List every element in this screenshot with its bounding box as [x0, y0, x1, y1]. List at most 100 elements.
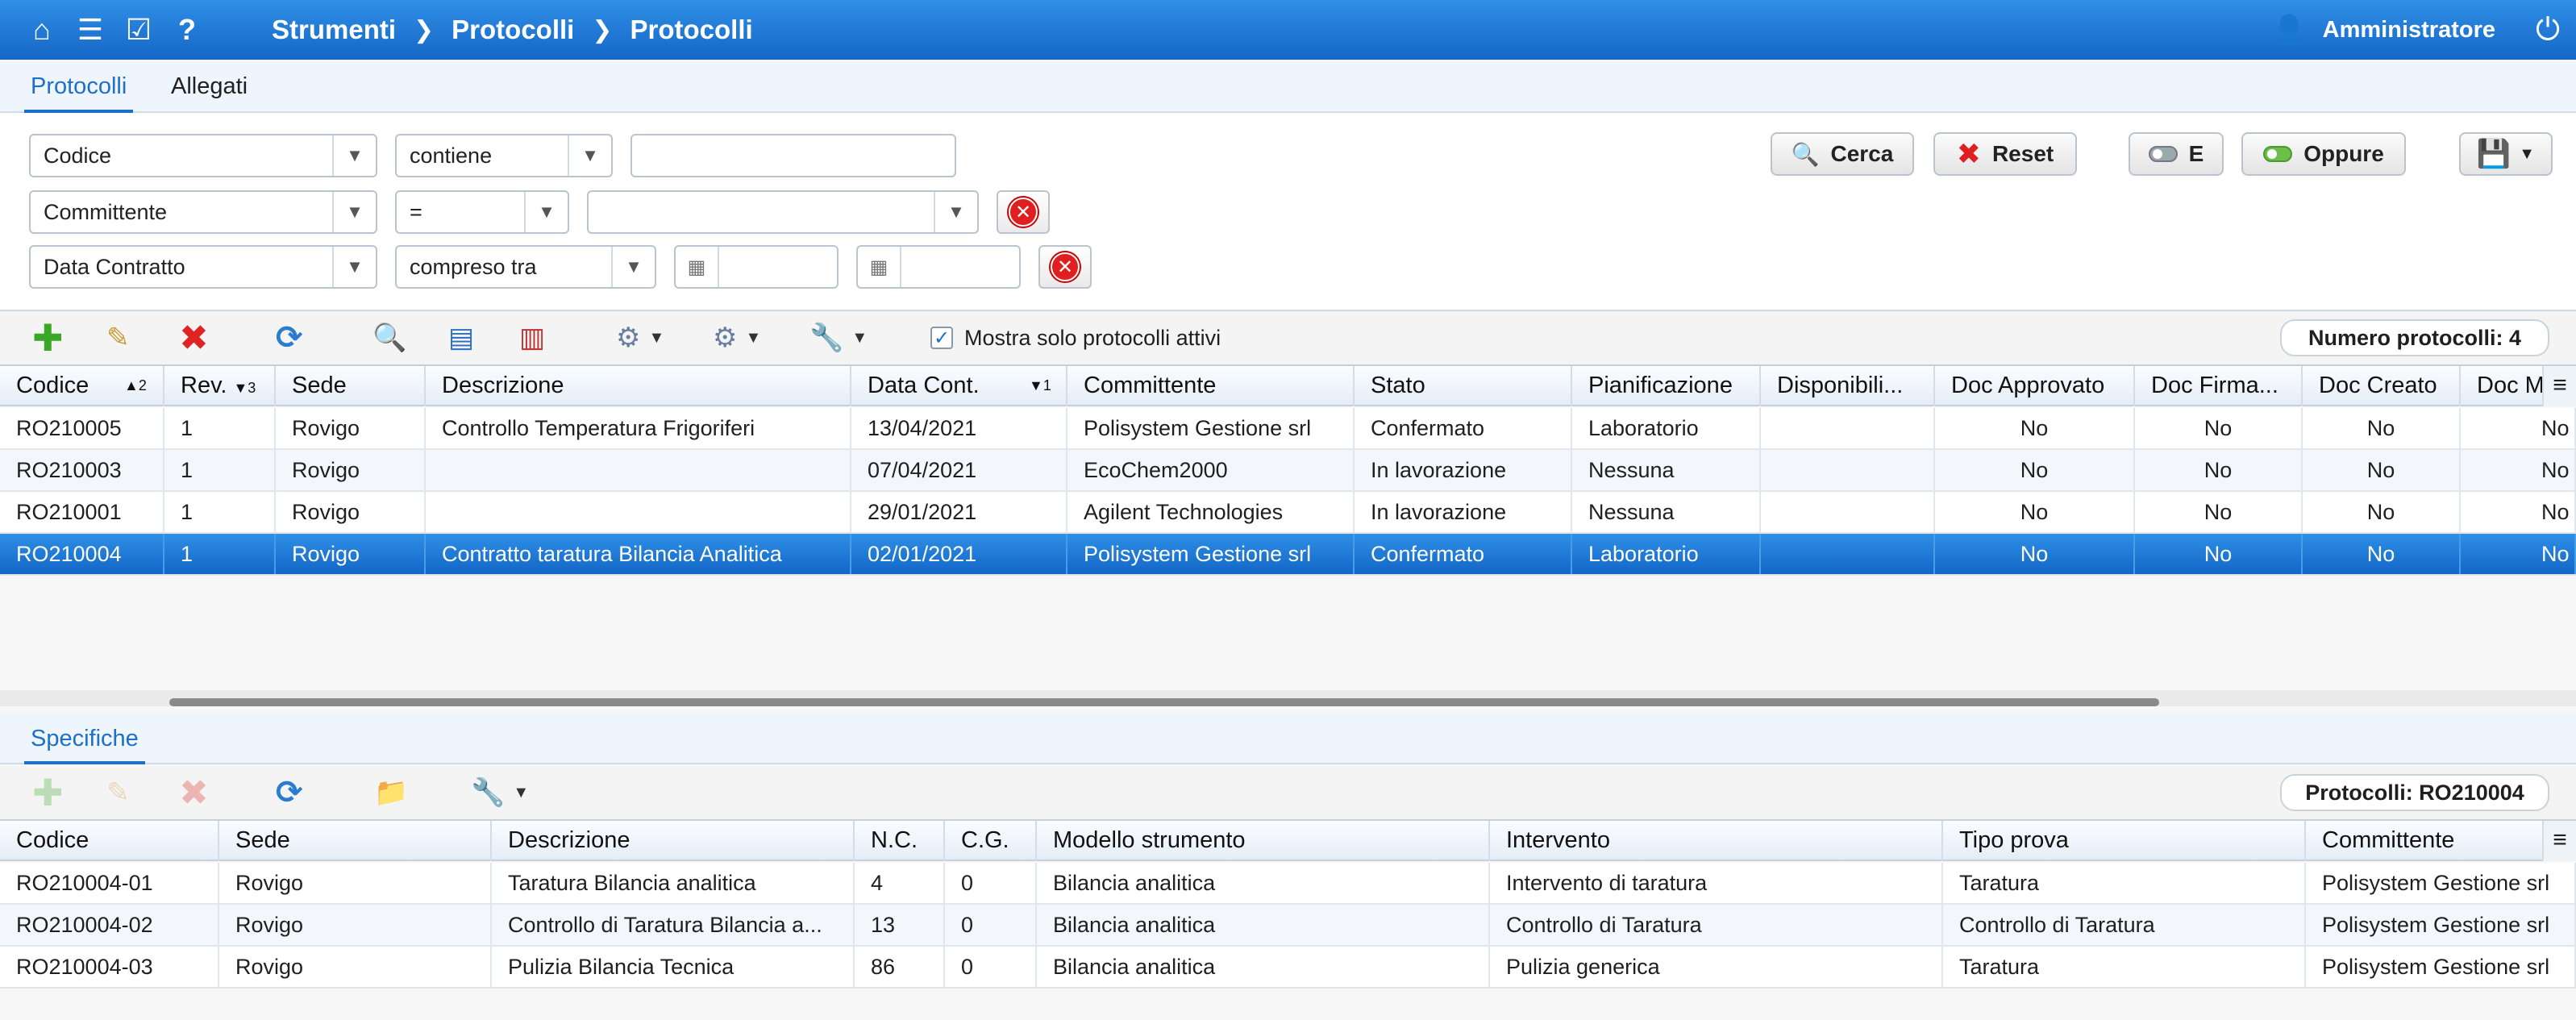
column-header-doc-m[interactable]: Doc M: [2461, 366, 2544, 406]
cell-committente: EcoChem2000: [1067, 450, 1355, 490]
help-icon[interactable]: ?: [163, 0, 211, 60]
user-menu[interactable]: 👤 Amministratore: [2272, 0, 2495, 60]
active-only-checkbox[interactable]: ✓ Mostra solo protocolli attivi: [930, 311, 1221, 364]
breadcrumb-item[interactable]: Protocolli: [630, 15, 752, 45]
column-header-codice[interactable]: Codice: [0, 821, 219, 861]
or-button[interactable]: Oppure: [2241, 132, 2406, 176]
add-icon[interactable]: ✚: [32, 317, 64, 359]
home-icon[interactable]: ⌂: [18, 0, 66, 60]
tab-protocolli[interactable]: Protocolli: [24, 60, 134, 113]
date-from-input[interactable]: ▦: [674, 245, 839, 289]
edit-icon[interactable]: ✎: [106, 319, 130, 356]
gear-icon[interactable]: ⚙ ▼: [616, 319, 664, 356]
edit-icon[interactable]: ✎: [106, 774, 130, 811]
remove-filter-button[interactable]: ✕: [1038, 245, 1092, 289]
horizontal-scrollbar[interactable]: [0, 690, 2576, 706]
filter-operator-select[interactable]: = ▼: [395, 190, 569, 234]
column-header-committente[interactable]: Committente: [1067, 366, 1355, 406]
menu-icon[interactable]: ☰: [66, 0, 114, 60]
breadcrumb-item[interactable]: Protocolli: [452, 15, 574, 45]
column-header-descrizione[interactable]: Descrizione: [426, 366, 851, 406]
calendar-icon[interactable]: ▦: [676, 247, 719, 287]
sort-asc-icon: ▲2: [124, 377, 147, 393]
column-header-intervento[interactable]: Intervento: [1490, 821, 1943, 861]
filter-operator-select[interactable]: compreso tra ▼: [395, 245, 656, 289]
table-row[interactable]: RO210004-01 Rovigo Taratura Bilancia ana…: [0, 863, 2576, 905]
column-header-doc-approvato[interactable]: Doc Approvato: [1935, 366, 2135, 406]
column-header-modello[interactable]: Modello strumento: [1037, 821, 1490, 861]
cell-rev: 1: [164, 450, 276, 490]
add-icon[interactable]: ✚: [32, 772, 64, 814]
folder-icon[interactable]: 📁: [374, 774, 408, 811]
remove-filter-button[interactable]: ✕: [997, 190, 1050, 234]
protocols-grid: Codice ▲2 Rev. ▼3 Sede Descrizione Data Co…: [0, 364, 2576, 708]
cell-doc-firmato: No: [2135, 408, 2303, 448]
cell-codice: RO210004-02: [0, 905, 219, 945]
refresh-icon[interactable]: ⟳: [276, 774, 303, 811]
column-header-data-cont[interactable]: Data Cont. ▼1: [851, 366, 1067, 406]
filter-field-select[interactable]: Codice ▼: [29, 134, 377, 177]
table-row-selected[interactable]: RO210004 1 Rovigo Contratto taratura Bil…: [0, 534, 2576, 576]
wrench-icon[interactable]: 🔧 ▼: [471, 774, 529, 811]
column-header-committente[interactable]: Committente: [2306, 821, 2544, 861]
tab-allegati[interactable]: Allegati: [164, 60, 254, 113]
cell-sede: Rovigo: [219, 863, 492, 903]
column-header-descrizione[interactable]: Descrizione: [492, 821, 855, 861]
cell-codice: RO210005: [0, 408, 164, 448]
chevron-down-icon: ▼: [332, 192, 376, 232]
column-menu-icon[interactable]: ≡: [2544, 366, 2576, 406]
column-header-sede[interactable]: Sede: [276, 366, 426, 406]
delete-icon[interactable]: ✖: [179, 318, 209, 358]
filter-field-select[interactable]: Data Contratto ▼: [29, 245, 377, 289]
column-header-doc-creato[interactable]: Doc Creato: [2303, 366, 2461, 406]
reset-button[interactable]: ✖ Reset: [1933, 132, 2077, 176]
wrench-icon[interactable]: 🔧 ▼: [809, 319, 868, 356]
workflow-icon[interactable]: ⚙ ▼: [713, 319, 761, 356]
column-header-pianificazione[interactable]: Pianificazione: [1572, 366, 1761, 406]
cell-pianificazione: Nessuna: [1572, 492, 1761, 532]
column-header-doc-firmato[interactable]: Doc Firma...: [2135, 366, 2303, 406]
table-row[interactable]: RO210004-02 Rovigo Controllo di Taratura…: [0, 905, 2576, 947]
delete-icon[interactable]: ✖: [179, 773, 209, 813]
column-header-tipo-prova[interactable]: Tipo prova: [1943, 821, 2306, 861]
column-header-codice[interactable]: Codice ▲2: [0, 366, 164, 406]
chevron-down-icon: ▼: [568, 135, 611, 176]
column-header-nc[interactable]: N.C.: [855, 821, 945, 861]
column-header-rev[interactable]: Rev. ▼3: [164, 366, 276, 406]
filter-value-input[interactable]: [630, 134, 956, 177]
chevron-down-icon: ▼: [611, 247, 655, 287]
breadcrumb-item[interactable]: Strumenti: [272, 15, 396, 45]
cell-doc-creato: No: [2303, 450, 2461, 490]
column-header-stato[interactable]: Stato: [1355, 366, 1572, 406]
find-icon[interactable]: 🔍: [372, 319, 406, 356]
cell-rev: 1: [164, 534, 276, 574]
table-row[interactable]: RO210003 1 Rovigo 07/04/2021 EcoChem2000…: [0, 450, 2576, 492]
cell-committente: Polisystem Gestione srl: [2306, 947, 2576, 987]
filter-field-select[interactable]: Committente ▼: [29, 190, 377, 234]
column-header-cg[interactable]: C.G.: [945, 821, 1037, 861]
date-to-input[interactable]: ▦: [856, 245, 1021, 289]
column-menu-icon[interactable]: ≡: [2544, 821, 2576, 861]
calendar-import-icon[interactable]: ▥: [519, 319, 545, 356]
scrollbar-thumb[interactable]: [169, 698, 2159, 706]
filter-operator-select[interactable]: contiene ▼: [395, 134, 613, 177]
save-filter-button[interactable]: 💾 ▼: [2459, 132, 2553, 176]
tab-specifiche[interactable]: Specifiche: [24, 713, 145, 764]
column-header-sede[interactable]: Sede: [219, 821, 492, 861]
cell-modello: Bilancia analitica: [1037, 863, 1490, 903]
column-header-disponibilita[interactable]: Disponibili...: [1761, 366, 1935, 406]
calendar-export-icon[interactable]: ▤: [448, 319, 474, 356]
top-bar: ⌂ ☰ ☑ ? Strumenti ❯ Protocolli ❯ Protoco…: [0, 0, 2576, 60]
power-icon[interactable]: ⏻: [2536, 0, 2560, 60]
and-button[interactable]: E: [2129, 132, 2224, 176]
table-row[interactable]: RO210001 1 Rovigo 29/01/2021 Agilent Tec…: [0, 492, 2576, 534]
cell-doc-approvato: No: [1935, 408, 2135, 448]
filter-value-select[interactable]: ▼: [587, 190, 979, 234]
refresh-icon[interactable]: ⟳: [276, 319, 303, 356]
table-row[interactable]: RO210004-03 Rovigo Pulizia Bilancia Tecn…: [0, 947, 2576, 989]
table-row[interactable]: RO210005 1 Rovigo Controllo Temperatura …: [0, 408, 2576, 450]
calendar-icon[interactable]: ▦: [858, 247, 901, 287]
search-button[interactable]: 🔍 Cerca: [1771, 132, 1914, 176]
checkmark-icon: ✓: [930, 327, 953, 349]
checklist-icon[interactable]: ☑: [114, 0, 163, 60]
